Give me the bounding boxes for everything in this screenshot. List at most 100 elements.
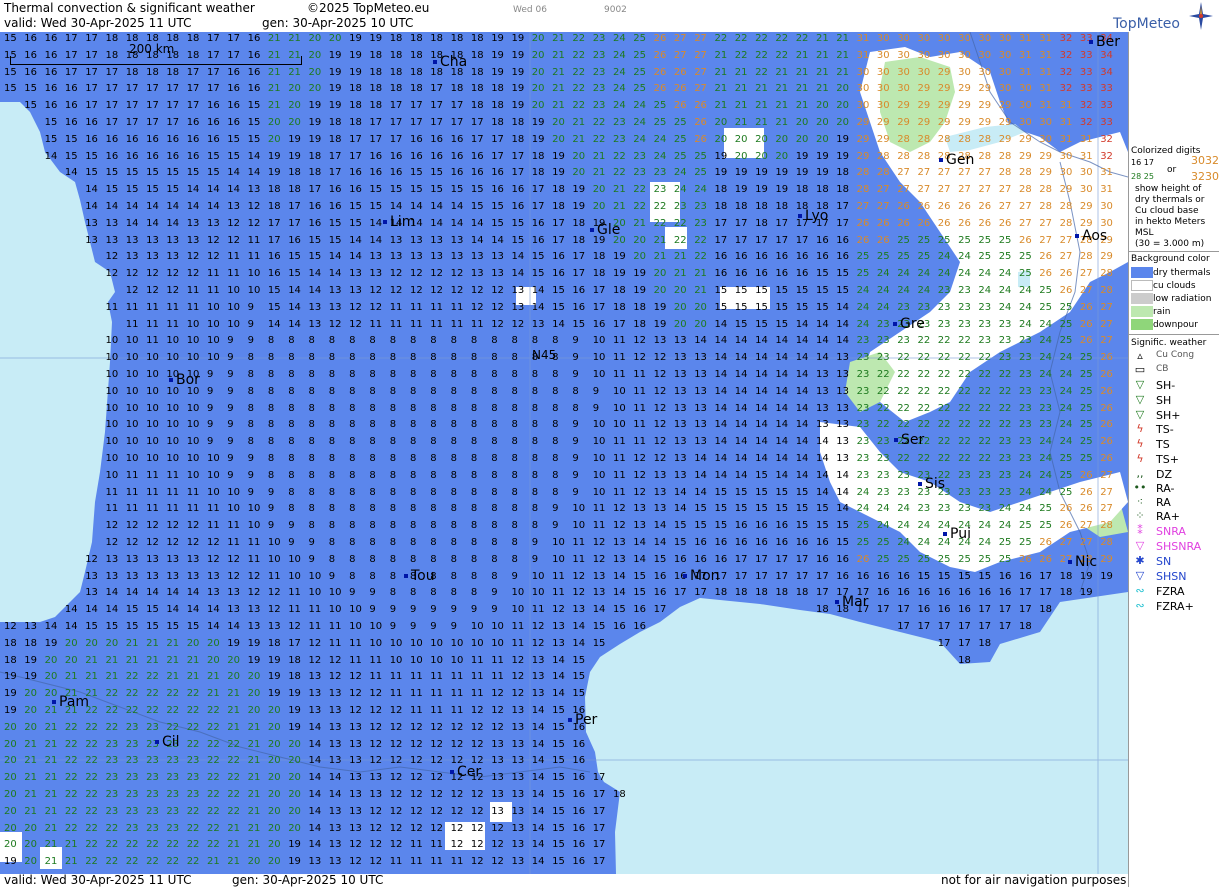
city-ber[interactable]: Ber — [1089, 34, 1120, 50]
thermal-height-digit: 14 — [166, 201, 180, 212]
forecast-map[interactable]: 15 16 16 17 17 18 18 18 18 18 17 17 16 21 21 20 20 19 19 18… — [0, 32, 1128, 874]
thermal-height-digit: 13 — [552, 637, 565, 649]
city-lim[interactable]: Lim — [383, 214, 415, 230]
thermal-height-digit: 12 — [653, 385, 667, 397]
thermal-height-digit: 16 — [998, 570, 1012, 582]
thermal-height-digit: 18 — [267, 184, 281, 196]
thermal-height-digit: 11 — [247, 234, 261, 246]
thermal-height-digit: 24 — [1019, 301, 1032, 313]
city-pui[interactable]: Pui — [943, 526, 971, 542]
thermal-height-digit: 24 — [978, 520, 992, 532]
city-bor[interactable]: Bor — [169, 372, 200, 388]
thermal-height-digit: 17 — [734, 553, 748, 565]
thermal-height-digit: 8 — [511, 520, 518, 532]
city-aos[interactable]: Aos — [1075, 228, 1107, 244]
thermal-height-digit: 27 — [1100, 301, 1113, 313]
thermal-height-digit: 8 — [288, 335, 295, 347]
thermal-height-digit: 12 — [389, 285, 403, 296]
thermal-height-digit: 25 — [856, 520, 870, 532]
thermal-height-digit: 13 — [836, 385, 850, 397]
thermal-height-digit: 12 — [491, 705, 504, 716]
thermal-height-digit: 13 — [531, 654, 545, 666]
city-gre[interactable]: Gre — [893, 316, 925, 332]
thermal-height-digit: 22 — [166, 721, 180, 733]
thermal-height-digit: 26 — [1079, 469, 1093, 481]
thermal-height-digit: 8 — [511, 402, 518, 414]
thermal-height-digit: 16 — [755, 537, 768, 548]
thermal-height-digit: 13 — [369, 789, 383, 800]
city-per[interactable]: Per — [568, 712, 597, 728]
city-nic[interactable]: Nic — [1068, 554, 1097, 570]
city-mon[interactable]: Mon — [683, 568, 720, 584]
label-shsnra: SHSNRA — [1156, 540, 1202, 553]
thermal-height-digit: 20 — [267, 755, 281, 767]
thermal-height-digit: 32 — [1100, 150, 1113, 162]
thermal-height-digit: 12 — [572, 587, 586, 599]
thermal-height-digit: 16 — [694, 553, 707, 565]
station-marker — [52, 700, 56, 704]
thermal-height-digit: 17 — [1019, 587, 1032, 599]
thermal-height-digit: 21 — [227, 822, 241, 834]
thermal-height-digit: 24 — [1039, 318, 1053, 330]
thermal-height-digit: 18 — [125, 66, 139, 78]
thermal-height-digit: 16 — [227, 100, 241, 112]
thermal-height-digit: 16 — [146, 150, 159, 162]
thermal-height-digit: 29 — [1059, 184, 1073, 196]
thermal-height-digit: 13 — [369, 251, 383, 263]
thermal-height-digit: 22 — [998, 369, 1012, 380]
city-cil[interactable]: Cil — [155, 734, 180, 750]
thermal-height-digit: 18 — [734, 587, 748, 599]
city-mar[interactable]: Mar — [835, 594, 868, 610]
thermal-height-digit: 11 — [613, 352, 626, 364]
city-gen[interactable]: Gen — [939, 152, 974, 168]
thermal-height-digit: 19 — [816, 167, 829, 179]
swatch-rain — [1131, 306, 1153, 317]
thermal-height-digit: 20 — [44, 688, 58, 700]
thermal-height-digit: 18 — [816, 604, 829, 616]
thermal-height-digit: 11 — [389, 856, 403, 868]
thermal-height-digit: 9 — [207, 436, 214, 448]
thermal-height-digit: 12 — [491, 839, 504, 851]
thermal-height-digit: 8 — [349, 369, 356, 380]
thermal-height-digit: 25 — [1039, 520, 1053, 532]
thermal-height-digit: 19 — [491, 66, 504, 78]
city-ser[interactable]: Ser — [894, 432, 924, 448]
thermal-height-digit: 21 — [44, 738, 58, 750]
thermal-height-digit: 16 — [207, 133, 220, 145]
thermal-height-digit: 8 — [531, 369, 539, 380]
freezing-rain-heavy-icon: ∾ — [1135, 599, 1145, 612]
thermal-height-digit: 8 — [308, 520, 315, 532]
thermal-height-digit: 18 — [389, 33, 403, 44]
thermal-height-digit: 13 — [673, 453, 687, 464]
thermal-height-digit: 24 — [633, 100, 647, 112]
city-lyo[interactable]: Lyo — [798, 208, 828, 224]
thermal-height-digit: 11 — [410, 705, 423, 716]
label-ra-light: RA- — [1156, 482, 1175, 495]
city-pam[interactable]: Pam — [52, 694, 89, 710]
thermal-height-digit: 13 — [186, 570, 200, 582]
thermal-height-digit: 17 — [105, 100, 119, 112]
thermal-height-digit: 16 — [470, 167, 484, 179]
thermal-height-digit: 26 — [897, 217, 910, 229]
thermal-height-digit: 20 — [816, 133, 829, 145]
thermal-height-digit: 23 — [1019, 369, 1032, 380]
thermal-height-digit: 29 — [917, 100, 931, 112]
thermal-height-digit: 10 — [166, 453, 180, 464]
thermal-height-digit: 15 — [105, 167, 119, 179]
thermal-height-digit: 22 — [186, 822, 200, 834]
thermal-height-digit: 12 — [511, 654, 525, 666]
thermal-height-digit: 16 — [64, 117, 78, 128]
thermal-height-digit: 19 — [775, 167, 789, 179]
thermal-height-digit: 18 — [410, 83, 423, 95]
thermal-height-digit: 12 — [450, 268, 464, 280]
thermal-height-digit: 19 — [775, 184, 789, 196]
city-sis[interactable]: Sis — [918, 476, 945, 492]
thermal-height-digit: 14 — [775, 419, 789, 431]
city-gle[interactable]: Gle — [590, 222, 620, 238]
thermal-height-digit: 13 — [389, 234, 403, 246]
city-cha[interactable]: Cha — [433, 54, 467, 70]
city-cer[interactable]: Cer — [450, 764, 481, 780]
city-tou[interactable]: Tou — [404, 568, 435, 584]
thermal-height-digit: 8 — [308, 419, 315, 431]
thermal-height-digit: 18 — [410, 33, 423, 44]
